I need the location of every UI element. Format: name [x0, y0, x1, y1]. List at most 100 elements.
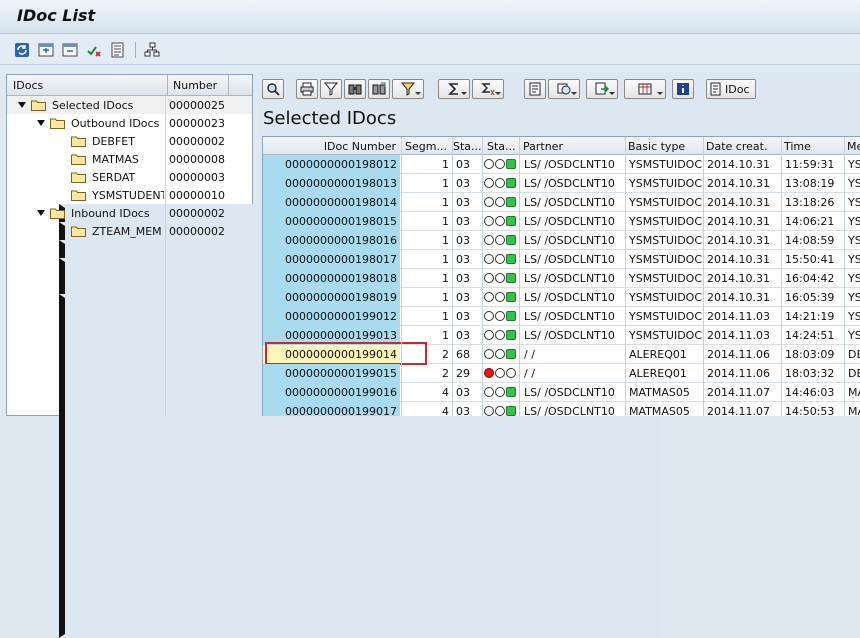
idoc-number-cell[interactable]: 0000000000198019: [263, 291, 397, 304]
tree-node-ysmstudent[interactable]: YSMSTUDENT 00000010: [7, 186, 661, 602]
print-preview-button[interactable]: [524, 79, 546, 99]
print-button[interactable]: [296, 79, 318, 99]
total-button[interactable]: [438, 79, 470, 99]
column-header-status[interactable]: Sta...: [453, 140, 483, 153]
collapse-arrow-icon[interactable]: [37, 120, 45, 126]
traffic-light-lamp: [495, 368, 505, 378]
layout-button[interactable]: [624, 79, 666, 99]
tree-node-matmas[interactable]: MATMAS 00000008: [7, 150, 661, 566]
column-header-segments[interactable]: Segm...: [405, 140, 451, 153]
message-type-cell: YS: [848, 253, 860, 266]
segments-cell: 1: [442, 310, 449, 323]
segments-cell: 1: [442, 272, 449, 285]
message-type-cell: YS: [848, 329, 860, 342]
idoc-button[interactable]: IDoc: [706, 79, 756, 99]
column-header-time[interactable]: Time: [784, 140, 842, 153]
table-row[interactable]: 0000000000198015 1 03 LS/ /OSDCLNT10 YSMSTUI…: [263, 212, 860, 231]
subtotal-button[interactable]: [472, 79, 504, 99]
column-header-message[interactable]: Me: [847, 140, 860, 153]
export-button[interactable]: [586, 79, 618, 99]
table-row[interactable]: 0000000000199014 2 68/ / ALEREQ01 2014.11.06…: [263, 342, 860, 365]
idoc-number-cell[interactable]: 0000000000198014: [263, 196, 397, 209]
title-bar: IDoc List: [0, 0, 860, 34]
table-row[interactable]: 0000000000198018 1 03 LS/ /OSDCLNT10 YSMSTUI…: [263, 269, 860, 288]
table-row[interactable]: 0000000000198019 1 03 LS/ /OSDCLNT10 YSMSTUI…: [263, 288, 860, 307]
tree-node-outbound-idocs[interactable]: Outbound IDocs 00000023: [7, 114, 252, 132]
filter-button[interactable]: [320, 79, 342, 99]
column-header-basic-type[interactable]: Basic type: [628, 140, 702, 153]
traffic-light-lamp: [495, 330, 505, 340]
time-cell: 14:21:19: [785, 310, 835, 323]
date-cell: 2014.11.06: [707, 348, 770, 361]
tree-node-label: SERDAT: [92, 171, 136, 184]
idoc-number-cell[interactable]: 0000000000199016: [263, 386, 397, 399]
tree-node-serdat[interactable]: SERDAT 00000003: [7, 168, 661, 584]
dropdown-arrow-icon: [495, 92, 501, 95]
tree-node-selected-idocs[interactable]: Selected IDocs 00000025: [7, 96, 252, 114]
table-row[interactable]: 0000000000198013 1 03 LS/ /OSDCLNT10 YSMSTUI…: [263, 174, 860, 193]
status-cell: 03: [456, 215, 470, 228]
column-header-status-lights[interactable]: Sta...: [487, 140, 517, 153]
tree-node-inbound-idocs[interactable]: Inbound IDocs 00000002: [7, 204, 252, 222]
process-icon[interactable]: [85, 41, 102, 58]
table-row[interactable]: 0000000000198014 1 03 LS/ /OSDCLNT10 YSMSTUI…: [263, 193, 860, 212]
idoc-number-cell[interactable]: 0000000000199015: [263, 367, 397, 380]
tree-column-idocs[interactable]: IDocs: [13, 79, 43, 92]
status-lights-icon: [484, 235, 516, 245]
tree-node-zteam-mem[interactable]: ZTEAM_MEM 00000002: [7, 222, 661, 638]
idoc-number-cell[interactable]: 0000000000198015: [263, 215, 397, 228]
traffic-light-lamp: [506, 368, 516, 378]
info-button[interactable]: [672, 79, 694, 99]
find-next-button[interactable]: [368, 79, 390, 99]
segments-cell: 1: [442, 196, 449, 209]
table-row[interactable]: 0000000000199015 2 29 / / ALEREQ01 2014.11.06…: [263, 364, 860, 383]
idoc-number-cell[interactable]: 0000000000199017: [263, 405, 397, 416]
collapse-icon[interactable]: [61, 41, 78, 58]
time-cell: 16:04:42: [785, 272, 835, 285]
basic-type-cell: MATMAS05: [629, 386, 690, 399]
details-icon[interactable]: [109, 41, 126, 58]
table-row[interactable]: 0000000000199012 1 03 LS/ /OSDCLNT10 YSMSTUI…: [263, 307, 860, 326]
column-header-date[interactable]: Date creat.: [706, 140, 780, 153]
collapse-arrow-icon[interactable]: [37, 210, 45, 216]
collapse-arrow-icon[interactable]: [18, 102, 26, 108]
set-filter-button[interactable]: [392, 79, 424, 99]
column-header-partner[interactable]: Partner: [523, 140, 623, 153]
message-type-cell: MA: [848, 386, 860, 399]
column-header-idoc-number[interactable]: IDoc Number: [263, 140, 400, 153]
table-row[interactable]: 0000000000198012 1 03 LS/ /OSDCLNT10 YSMSTUI…: [263, 155, 860, 174]
traffic-light-lamp: [506, 273, 516, 283]
toolbar-separator: [135, 42, 136, 58]
details-button[interactable]: [262, 79, 284, 99]
views-button[interactable]: [548, 79, 580, 99]
partner-cell: LS/ /OSDCLNT10: [524, 158, 615, 171]
grid-header: IDoc Number Segm... Sta... Sta... Partne…: [263, 137, 860, 155]
tree-node-count: 00000002: [169, 207, 225, 220]
traffic-light-lamp: [495, 311, 505, 321]
partner-cell: LS/ /OSDCLNT10: [524, 272, 615, 285]
idoc-document-icon: [710, 82, 721, 96]
idoc-number-cell[interactable]: 0000000000198018: [263, 272, 397, 285]
idoc-number-cell[interactable]: 0000000000198012: [263, 158, 397, 171]
folder-open-icon: [31, 100, 46, 111]
table-row[interactable]: 0000000000199017 4 03 LS/ /OSDCLNT10 MATMAS0…: [263, 402, 860, 416]
table-row[interactable]: 0000000000198017 1 03 LS/ /OSDCLNT10 YSMSTUI…: [263, 250, 860, 269]
idoc-number-cell[interactable]: 0000000000198013: [263, 177, 397, 190]
idoc-number-cell[interactable]: 0000000000199013: [263, 329, 397, 342]
expand-icon[interactable]: [37, 41, 54, 58]
refresh-icon[interactable]: [13, 41, 30, 58]
application-toolbar: [0, 35, 860, 65]
tree-column-number[interactable]: Number: [173, 79, 217, 92]
table-row[interactable]: 0000000000198016 1 03 LS/ /OSDCLNT10 YSMSTUI…: [263, 231, 860, 250]
partner-cell: LS/ /OSDCLNT10: [524, 310, 615, 323]
status-cell: 03: [456, 234, 470, 247]
find-button[interactable]: [344, 79, 366, 99]
idoc-number-cell[interactable]: 0000000000198017: [263, 253, 397, 266]
tree-node-debfet[interactable]: DEBFET 00000002: [7, 132, 661, 548]
idoc-number-cell[interactable]: 0000000000199012: [263, 310, 397, 323]
hierarchy-icon[interactable]: [143, 41, 160, 58]
table-row[interactable]: 0000000000199016 4 03 LS/ /OSDCLNT10 MATMAS0…: [263, 383, 860, 402]
message-type-cell: YS: [848, 177, 860, 190]
idoc-number-cell[interactable]: 0000000000198016: [263, 234, 397, 247]
idoc-grid: IDoc Number Segm... Sta... Sta... Partne…: [262, 136, 860, 416]
